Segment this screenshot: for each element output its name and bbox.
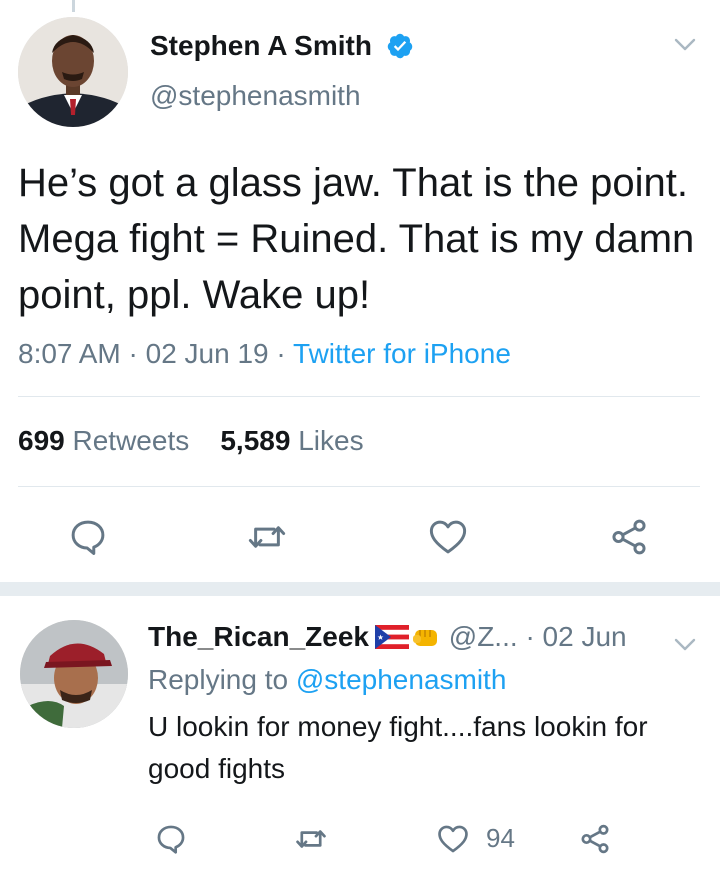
author-display-name[interactable]: Stephen A Smith (150, 30, 372, 62)
retweet-icon[interactable] (294, 822, 328, 856)
chevron-down-icon[interactable] (673, 34, 697, 54)
main-tweet: Stephen A Smith @stephenasmith He’s got … (0, 0, 720, 582)
tweet-source-link[interactable]: Twitter for iPhone (293, 338, 511, 369)
reply-date: · 02 Jun (525, 621, 627, 652)
retweets-stat[interactable]: 699 Retweets (18, 425, 189, 456)
puerto-rico-flag-icon (375, 625, 409, 649)
tweet-metadata: 8:07 AM · 02 Jun 19 · Twitter for iPhone (18, 338, 511, 370)
retweets-count: 699 (18, 425, 65, 456)
fist-icon (413, 630, 437, 646)
replying-to-line: Replying to @stephenasmith (148, 664, 506, 696)
chevron-down-icon[interactable] (673, 634, 697, 654)
reply-header: The_Rican_Zeek @Z... · 02 Jun (148, 621, 627, 653)
tweet-date: 02 Jun 19 (145, 338, 269, 369)
likes-label: Likes (298, 425, 364, 456)
replying-to-prefix: Replying to (148, 664, 289, 695)
reply-text: U lookin for money fight....fans lookin … (148, 711, 648, 784)
reply-author-avatar[interactable] (20, 620, 128, 728)
share-icon[interactable] (608, 516, 650, 558)
reply-tweet[interactable]: The_Rican_Zeek @Z... · 02 Jun Replying t… (0, 596, 720, 888)
meta-separator: · (276, 338, 294, 369)
engagement-stats: 699 Retweets 5,589 Likes (18, 425, 364, 457)
tweet-text: He’s got a glass jaw. That is the point.… (18, 161, 695, 317)
likes-count: 5,589 (220, 425, 291, 456)
likes-stat[interactable]: 5,589 Likes (220, 425, 363, 456)
author-handle[interactable]: @stephenasmith (150, 80, 361, 112)
divider (18, 396, 700, 397)
retweet-icon[interactable] (246, 516, 288, 558)
reply-like-count: 94 (486, 823, 515, 853)
reply-icon[interactable] (67, 516, 109, 558)
reply-icon[interactable] (154, 822, 188, 856)
share-icon[interactable] (578, 822, 612, 856)
retweets-label: Retweets (72, 425, 190, 456)
replying-to-mention[interactable]: @stephenasmith (296, 664, 507, 695)
reply-actions: 94 (0, 822, 720, 858)
verified-badge-icon (387, 33, 413, 59)
tweet-actions (0, 516, 720, 558)
divider (18, 486, 700, 487)
tweet-time: 8:07 AM (18, 338, 121, 369)
reply-author-name[interactable]: The_Rican_Zeek (148, 621, 369, 652)
section-separator (0, 582, 720, 596)
reply-author-handle[interactable]: @Z... (449, 621, 518, 652)
like-icon[interactable] (436, 822, 470, 856)
meta-separator: · (128, 338, 146, 369)
like-icon[interactable] (427, 516, 469, 558)
author-avatar[interactable] (18, 17, 128, 127)
